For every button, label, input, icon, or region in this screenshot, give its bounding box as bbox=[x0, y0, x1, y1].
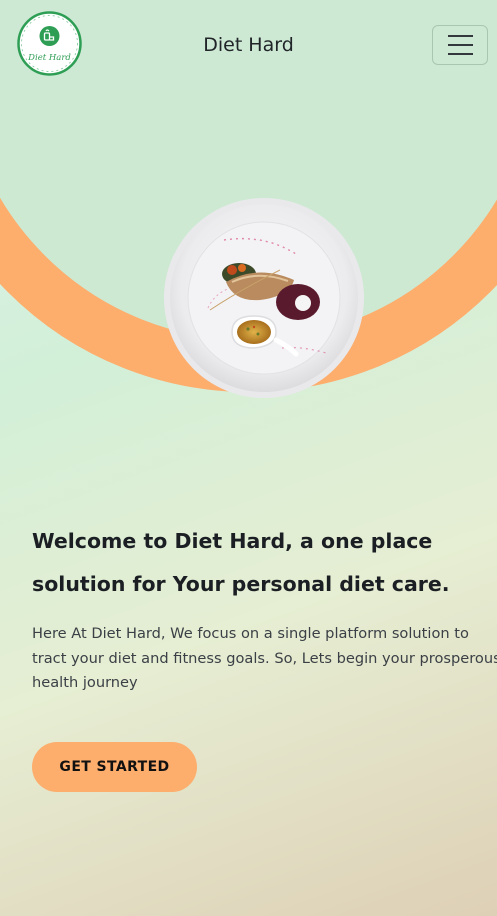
brand-title[interactable]: Diet Hard bbox=[0, 34, 497, 56]
hero-intro-text: Here At Diet Hard, We focus on a single … bbox=[32, 625, 497, 691]
menu-toggle-button[interactable] bbox=[432, 25, 488, 65]
hamburger-menu-icon bbox=[448, 35, 473, 37]
hamburger-menu-icon-line bbox=[448, 53, 473, 55]
hamburger-menu-icon-line bbox=[448, 44, 473, 46]
navbar: Diet Hard Diet Hard bbox=[0, 0, 497, 90]
get-started-button[interactable]: GET STARTED bbox=[32, 742, 197, 792]
hero-headline: Welcome to Diet Hard, a one place soluti… bbox=[32, 529, 450, 596]
food-plate-image bbox=[164, 198, 364, 398]
